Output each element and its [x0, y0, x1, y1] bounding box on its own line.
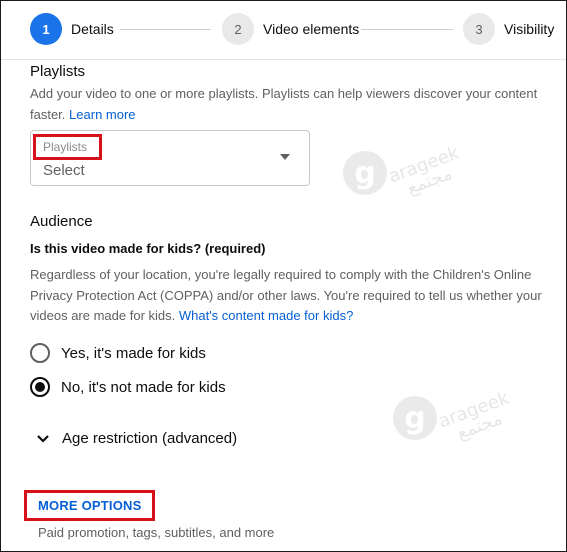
playlists-heading: Playlists — [30, 63, 86, 80]
step-details[interactable]: 1 Details — [30, 13, 114, 45]
step-number: 2 — [222, 13, 254, 45]
watermark: g arageek مجتمع — [393, 388, 513, 444]
step-number: 1 — [30, 13, 62, 45]
radio-button-icon — [30, 343, 50, 363]
step-connector — [361, 29, 453, 30]
upload-dialog: 1 Details 2 Video elements 3 Visibility … — [0, 0, 567, 552]
radio-button-selected-icon — [30, 377, 50, 397]
age-restriction-label: Age restriction (advanced) — [62, 430, 238, 447]
watermark-logo-icon: g — [343, 151, 387, 195]
step-visibility[interactable]: 3 Visibility — [463, 13, 554, 45]
step-label: Details — [71, 21, 114, 37]
radio-made-for-kids-no[interactable]: No, it's not made for kids — [30, 377, 226, 397]
made-for-kids-question: Is this video made for kids? (required) — [30, 241, 266, 256]
watermark-text: arageek مجتمع — [435, 387, 512, 444]
made-for-kids-link[interactable]: What's content made for kids? — [179, 308, 353, 323]
highlight-more-options — [24, 490, 155, 521]
step-connector — [120, 29, 211, 30]
watermark: g arageek مجتمع — [343, 143, 463, 199]
step-label: Visibility — [504, 21, 555, 37]
chevron-down-icon — [37, 434, 49, 443]
age-restriction-toggle[interactable]: Age restriction (advanced) — [35, 430, 237, 447]
progress-stepper: 1 Details 2 Video elements 3 Visibility — [1, 1, 566, 60]
audience-description: Regardless of your location, you're lega… — [30, 265, 545, 327]
caret-down-icon — [280, 154, 290, 160]
highlight-playlists-label — [33, 134, 102, 160]
step-video-elements[interactable]: 2 Video elements — [222, 13, 359, 45]
audience-heading: Audience — [30, 213, 93, 230]
step-number: 3 — [463, 13, 495, 45]
watermark-text: arageek مجتمع — [385, 142, 462, 199]
playlists-field-value: Select — [43, 162, 85, 179]
step-label: Video elements — [263, 21, 360, 37]
radio-label: Yes, it's made for kids — [61, 344, 206, 362]
radio-label: No, it's not made for kids — [61, 378, 226, 396]
radio-made-for-kids-yes[interactable]: Yes, it's made for kids — [30, 343, 206, 363]
playlists-description: Add your video to one or more playlists.… — [30, 84, 545, 125]
watermark-logo-icon: g — [393, 396, 437, 440]
more-options-subtitle: Paid promotion, tags, subtitles, and mor… — [38, 525, 275, 540]
learn-more-link[interactable]: Learn more — [69, 107, 135, 122]
